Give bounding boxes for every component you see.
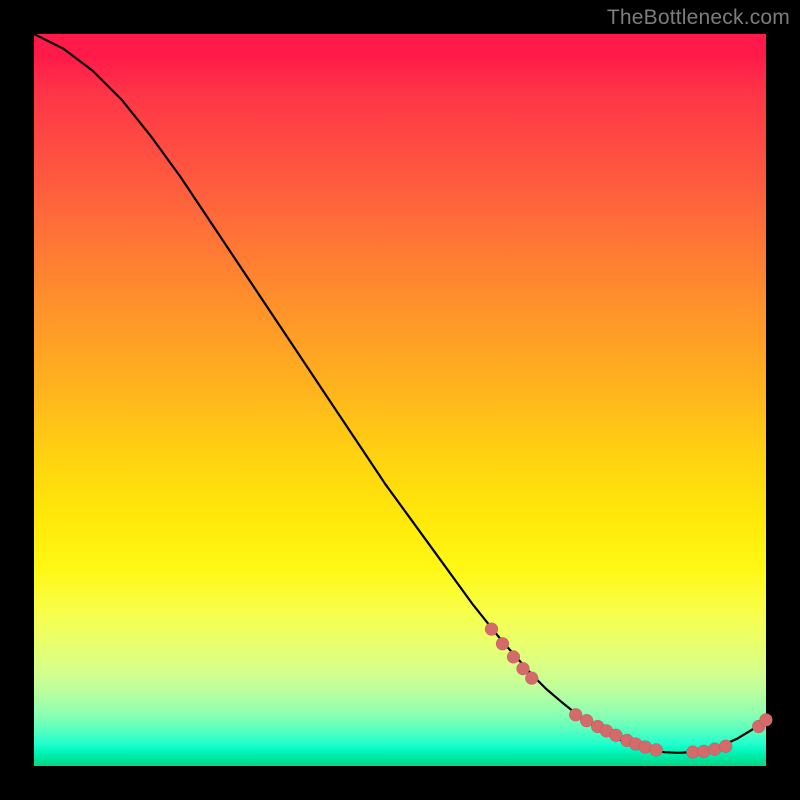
curve-marker xyxy=(485,623,498,636)
curve-marker xyxy=(507,650,520,663)
bottleneck-curve xyxy=(34,34,766,753)
curve-marker xyxy=(697,745,710,758)
curve-marker xyxy=(525,672,538,685)
chart-overlay xyxy=(34,34,766,766)
curve-marker xyxy=(760,713,773,726)
curve-marker xyxy=(719,740,732,753)
curve-marker xyxy=(650,743,663,756)
curve-marker xyxy=(496,637,509,650)
marker-group xyxy=(485,623,773,759)
chart-stage: TheBottleneck.com xyxy=(0,0,800,800)
attribution-text: TheBottleneck.com xyxy=(607,6,790,30)
